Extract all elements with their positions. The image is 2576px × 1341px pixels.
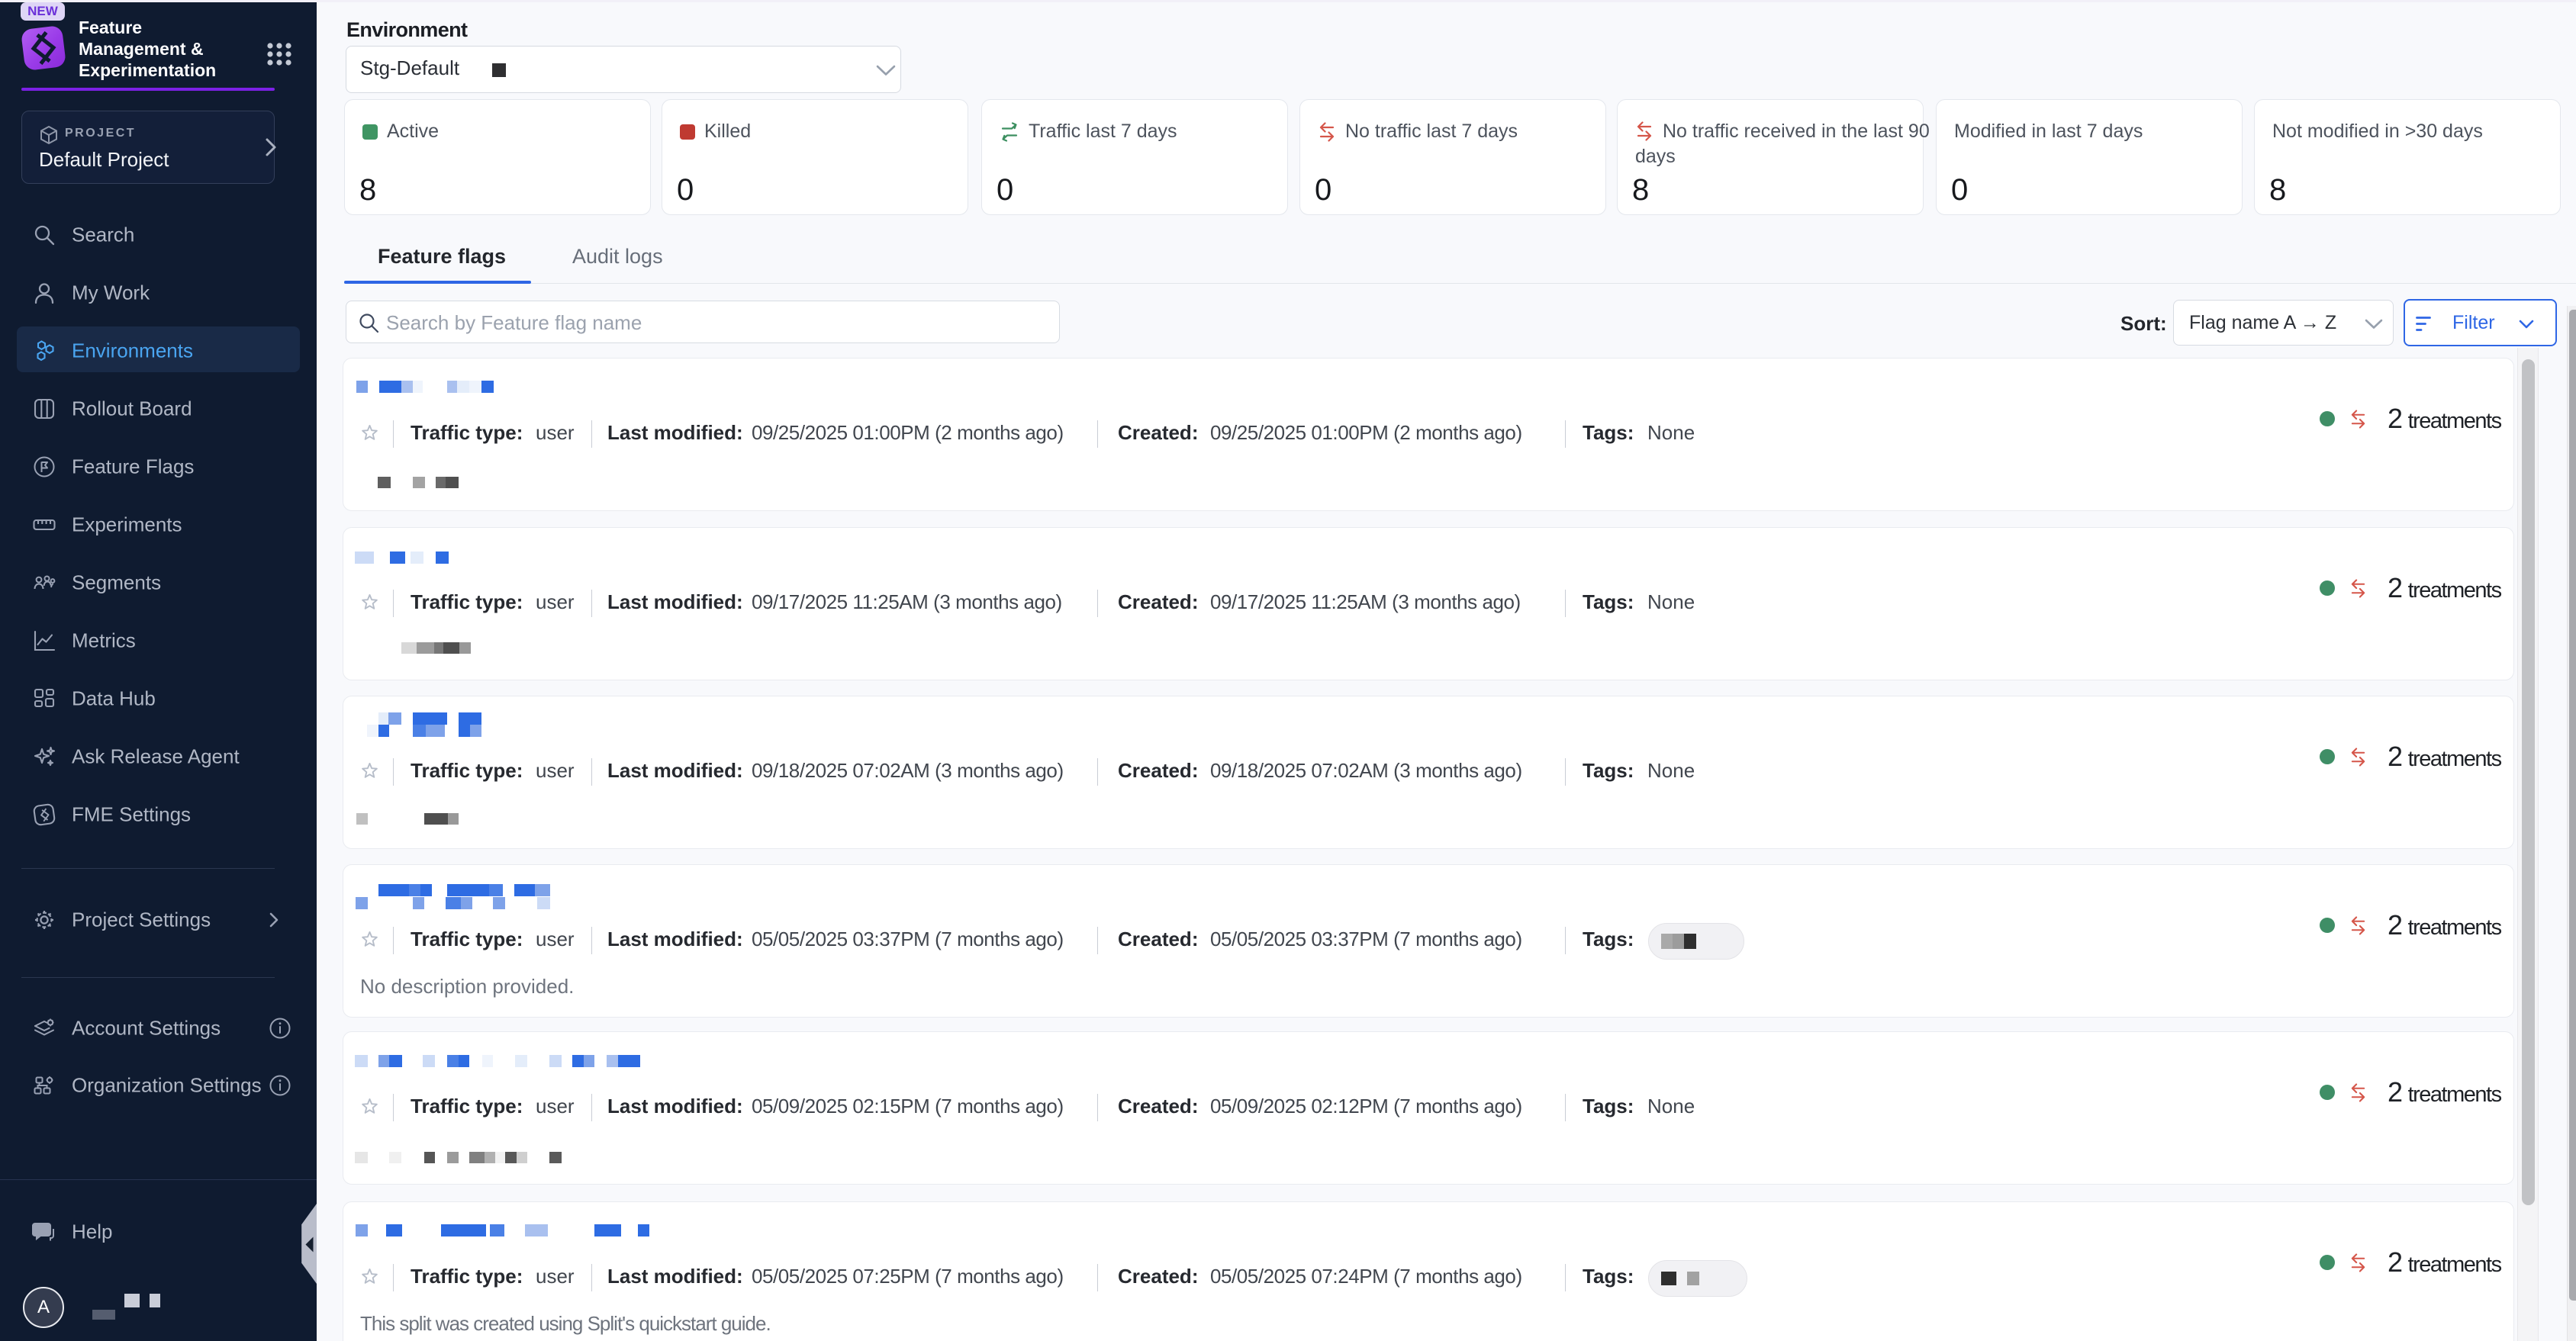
svg-text:?: ? bbox=[39, 1224, 45, 1236]
